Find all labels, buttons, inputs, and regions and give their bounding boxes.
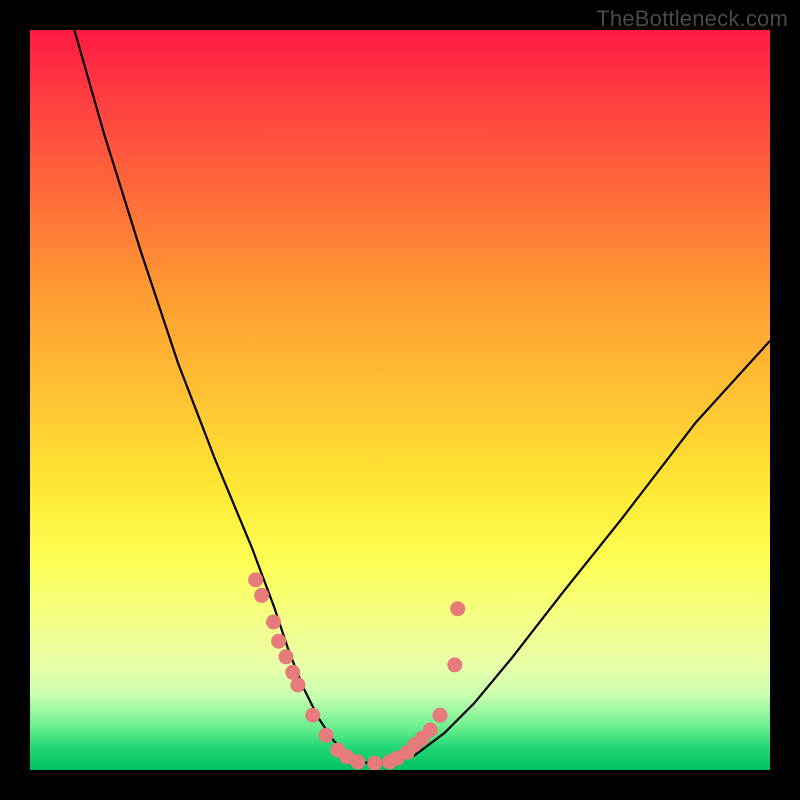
curve-path [74,30,770,763]
chart-frame: TheBottleneck.com [0,0,800,800]
data-point-markers [248,572,465,770]
data-point [254,588,269,603]
bottleneck-curve-line [74,30,770,763]
bottleneck-chart [30,30,770,770]
data-point [279,649,294,664]
data-point [447,657,462,672]
data-point [423,723,438,738]
data-point [350,754,365,769]
watermark-text: TheBottleneck.com [596,6,788,32]
data-point [290,677,305,692]
data-point [319,728,334,743]
plot-area [30,30,770,770]
data-point [266,615,281,630]
data-point [271,634,286,649]
data-point [433,708,448,723]
data-point [305,708,320,723]
data-point [248,572,263,587]
data-point [450,601,465,616]
data-point [367,756,382,770]
